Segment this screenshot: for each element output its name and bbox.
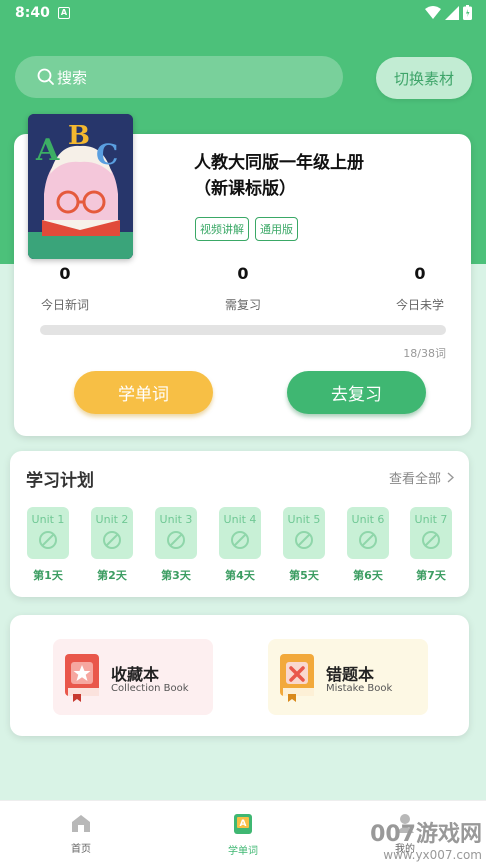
unit-day: 第6天 bbox=[353, 569, 383, 582]
collection-book-subtitle: Collection Book bbox=[111, 683, 189, 694]
status-time: 8:40 bbox=[15, 5, 50, 21]
unit-tile: Unit 3 bbox=[155, 507, 197, 559]
learn-words-button[interactable]: 学单词 bbox=[74, 371, 213, 414]
status-icons bbox=[425, 5, 472, 20]
search-placeholder: 搜索 bbox=[57, 68, 88, 87]
plan-unit-5[interactable]: Unit 5 第5天 bbox=[283, 507, 325, 583]
mistake-book-icon bbox=[280, 654, 314, 702]
unit-name: Unit 1 bbox=[31, 513, 65, 526]
mistake-book-button[interactable]: 错题本 Mistake Book bbox=[268, 639, 428, 715]
book-tags: 视频讲解 通用版 bbox=[195, 217, 298, 241]
locked-icon bbox=[103, 531, 121, 549]
mistake-book-subtitle: Mistake Book bbox=[326, 683, 393, 694]
book-title-line1: 人教大同版一年级上册 bbox=[194, 153, 364, 173]
collection-book-icon bbox=[65, 654, 99, 702]
stat-label: 今日新词 bbox=[40, 298, 89, 312]
plan-title: 学习计划 bbox=[26, 471, 94, 491]
plan-unit-1[interactable]: Unit 1 第1天 bbox=[27, 507, 69, 583]
home-icon bbox=[72, 815, 90, 832]
chevron-right-icon bbox=[447, 472, 455, 483]
unit-name: Unit 5 bbox=[287, 513, 321, 526]
stat-new-words: 0 今日新词 bbox=[15, 264, 115, 313]
unit-day: 第4天 bbox=[225, 569, 255, 582]
nav-words[interactable]: A 学单词 bbox=[213, 813, 273, 857]
locked-icon bbox=[167, 531, 185, 549]
review-button[interactable]: 去复习 bbox=[287, 371, 426, 414]
svg-text:C: C bbox=[96, 138, 118, 171]
unit-name: Unit 2 bbox=[95, 513, 129, 526]
locked-icon bbox=[422, 531, 440, 549]
collection-book-button[interactable]: 收藏本 Collection Book bbox=[53, 639, 213, 715]
unit-day: 第1天 bbox=[33, 569, 63, 582]
notification-icon: A bbox=[58, 7, 70, 19]
unit-name: Unit 6 bbox=[351, 513, 385, 526]
nav-home[interactable]: 首页 bbox=[51, 813, 111, 855]
tag-video: 视频讲解 bbox=[195, 217, 249, 241]
signal-icon bbox=[445, 5, 459, 20]
nav-home-label: 首页 bbox=[71, 844, 91, 855]
unit-day: 第7天 bbox=[416, 569, 446, 582]
switch-material-button[interactable]: 切换素材 bbox=[376, 57, 472, 99]
stat-label: 需复习 bbox=[224, 298, 261, 312]
stat-value: 0 bbox=[237, 264, 249, 283]
progress-text: 18/38词 bbox=[403, 347, 446, 360]
locked-icon bbox=[231, 531, 249, 549]
plan-unit-2[interactable]: Unit 2 第2天 bbox=[91, 507, 133, 583]
watermark: 007游戏网 www.yx007.com bbox=[370, 816, 482, 862]
locked-icon bbox=[295, 531, 313, 549]
battery-icon bbox=[463, 5, 472, 20]
unit-tile: Unit 4 bbox=[219, 507, 261, 559]
stat-label: 今日未学 bbox=[395, 298, 444, 312]
stat-not-learned: 0 今日未学 bbox=[370, 264, 470, 313]
svg-text:A: A bbox=[240, 819, 247, 829]
plan-unit-3[interactable]: Unit 3 第3天 bbox=[155, 507, 197, 583]
tag-general: 通用版 bbox=[255, 217, 298, 241]
stat-need-review: 0 需复习 bbox=[193, 264, 293, 313]
view-all-label: 查看全部 bbox=[389, 472, 442, 487]
watermark-url: www.yx007.com bbox=[383, 848, 482, 862]
unit-day: 第5天 bbox=[289, 569, 319, 582]
unit-tile: Unit 1 bbox=[27, 507, 69, 559]
collection-book-title: 收藏本 bbox=[111, 665, 160, 684]
mistake-book-title: 错题本 bbox=[326, 665, 375, 684]
unit-day: 第3天 bbox=[161, 569, 191, 582]
plan-unit-6[interactable]: Unit 6 第6天 bbox=[347, 507, 389, 583]
svg-text:B: B bbox=[68, 121, 90, 151]
unit-name: Unit 4 bbox=[223, 513, 257, 526]
unit-name: Unit 3 bbox=[159, 513, 193, 526]
plan-unit-4[interactable]: Unit 4 第4天 bbox=[219, 507, 261, 583]
plan-unit-7[interactable]: Unit 7 第7天 bbox=[410, 507, 452, 583]
nav-words-label: 学单词 bbox=[228, 846, 258, 857]
locked-icon bbox=[39, 531, 57, 549]
progress-bar bbox=[40, 325, 446, 335]
status-bar: 8:40 A bbox=[0, 0, 486, 28]
unit-tile: Unit 2 bbox=[91, 507, 133, 559]
stat-value: 0 bbox=[414, 264, 426, 283]
unit-tile: Unit 5 bbox=[283, 507, 325, 559]
watermark-title: 007游戏网 bbox=[370, 822, 482, 847]
stat-value: 0 bbox=[59, 264, 71, 283]
book-title-line2: （新课标版） bbox=[194, 179, 296, 199]
search-icon bbox=[37, 68, 54, 85]
words-book-icon: A bbox=[234, 814, 252, 834]
book-cover[interactable]: A B C bbox=[28, 114, 133, 259]
search-input[interactable]: 搜索 bbox=[15, 56, 343, 98]
book-title: 人教大同版一年级上册 （新课标版） bbox=[194, 150, 434, 202]
unit-day: 第2天 bbox=[97, 569, 127, 582]
svg-text:A: A bbox=[35, 133, 60, 168]
unit-tile: Unit 7 bbox=[410, 507, 452, 559]
view-all-link[interactable]: 查看全部 bbox=[389, 468, 455, 487]
unit-tile: Unit 6 bbox=[347, 507, 389, 559]
unit-name: Unit 7 bbox=[414, 513, 448, 526]
locked-icon bbox=[359, 531, 377, 549]
book-cover-illustration: A B C bbox=[28, 114, 133, 259]
wifi-icon bbox=[425, 5, 441, 19]
